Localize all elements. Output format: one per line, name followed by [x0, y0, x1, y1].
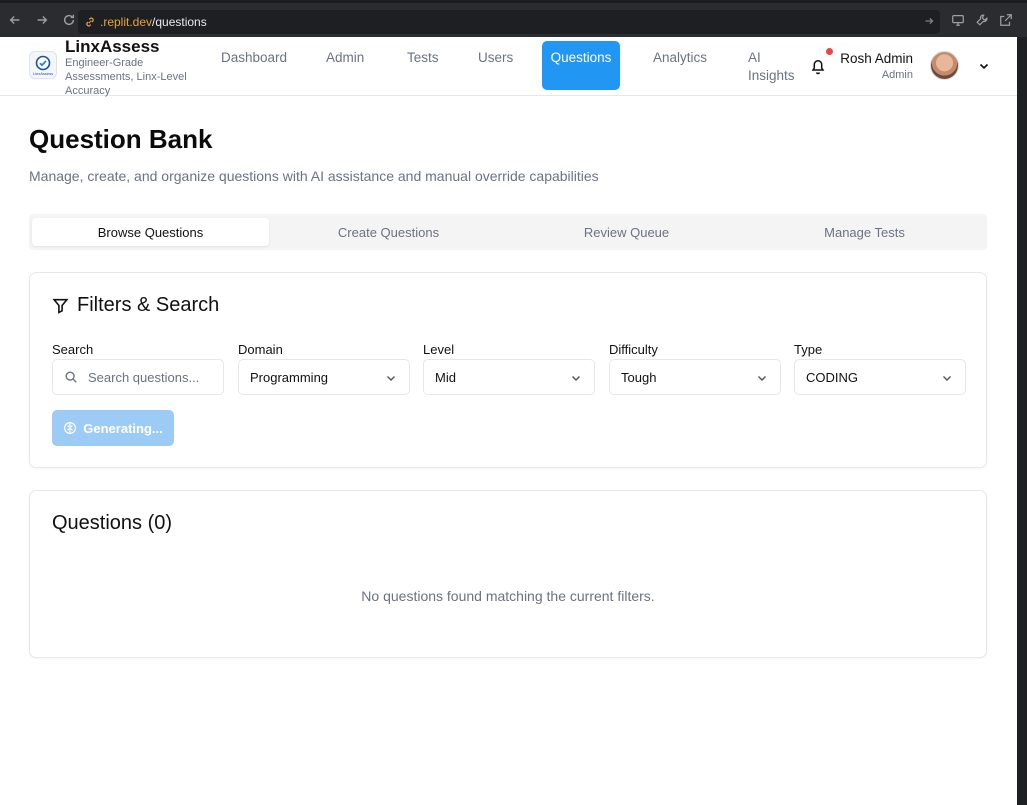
external-link-icon[interactable] [999, 13, 1013, 27]
questions-card: Questions (0) No questions found matchin… [29, 490, 987, 658]
domain-label: Domain [238, 342, 283, 357]
link-icon [86, 17, 94, 27]
wrench-icon[interactable] [975, 13, 989, 27]
search-label: Search [52, 342, 94, 357]
level-select[interactable]: Mid [423, 359, 595, 395]
search-icon [65, 371, 77, 383]
nav-analytics[interactable]: Analytics [653, 41, 707, 90]
check-badge-icon [35, 55, 51, 70]
generate-button[interactable]: Generating... [52, 410, 174, 446]
avatar[interactable] [930, 51, 959, 80]
forward-icon[interactable] [30, 8, 54, 32]
chevron-down-icon [943, 376, 951, 381]
address-bar[interactable]: .replit.dev/questions [78, 10, 940, 34]
chevron-down-icon[interactable] [978, 60, 990, 72]
questions-title: Questions (0) [52, 512, 173, 534]
search-input[interactable] [88, 369, 218, 385]
brand-tagline: Engineer-Grade Assessments, Linx-Level A… [65, 57, 187, 97]
nav-tests[interactable]: Tests [407, 41, 439, 90]
filters-title-text: Filters & Search [77, 294, 220, 316]
page-subtitle: Manage, create, and organize questions w… [29, 168, 599, 184]
nav-users[interactable]: Users [478, 41, 513, 90]
difficulty-label: Difficulty [609, 342, 658, 357]
generate-button-label: Generating... [83, 420, 163, 436]
tab-create-questions[interactable]: Create Questions [270, 218, 507, 246]
filter-icon [52, 298, 69, 314]
tab-browse-questions[interactable]: Browse Questions [32, 218, 269, 246]
level-label: Level [423, 342, 455, 357]
url-host: .replit.dev [100, 15, 153, 29]
chevron-down-icon [758, 376, 766, 381]
tab-list: Browse Questions Create Questions Review… [29, 214, 987, 250]
filters-title: Filters & Search [52, 294, 219, 317]
back-icon[interactable] [3, 8, 27, 32]
tab-manage-tests[interactable]: Manage Tests [746, 218, 983, 246]
user-role: Admin [881, 69, 913, 81]
domain-select[interactable]: Programming [238, 359, 410, 395]
type-value: CODING [806, 369, 858, 385]
monitor-icon[interactable] [951, 13, 965, 27]
page-title: Question Bank [29, 124, 213, 154]
difficulty-select[interactable]: Tough [609, 359, 781, 395]
logo[interactable]: LinxAssess [29, 51, 57, 79]
user-name[interactable]: Rosh Admin [813, 51, 913, 66]
filters-card: Filters & Search Search Domain Programmi… [29, 272, 987, 468]
nav-admin[interactable]: Admin [326, 41, 364, 90]
nav-dashboard[interactable]: Dashboard [221, 41, 287, 90]
tab-review-queue[interactable]: Review Queue [508, 218, 745, 246]
brain-icon [64, 421, 77, 435]
browser-toolbar: .replit.dev/questions [0, 0, 1027, 37]
brand-name[interactable]: LinxAssess [65, 37, 160, 57]
window-edge [1017, 37, 1027, 805]
nav-ai-insights[interactable]: AI Insights [748, 41, 798, 90]
url-path: /questions [152, 15, 207, 29]
type-select[interactable]: CODING [794, 359, 966, 395]
nav-questions[interactable]: Questions [542, 41, 620, 90]
page: LinxAssess LinxAssess Engineer-Grade Ass… [0, 37, 1017, 805]
go-arrow-icon[interactable] [922, 14, 936, 28]
search-box[interactable] [52, 359, 224, 395]
empty-state-message: No questions found matching the current … [361, 588, 655, 604]
top-navigation: LinxAssess LinxAssess Engineer-Grade Ass… [0, 37, 1017, 97]
type-label: Type [794, 342, 823, 357]
chevron-down-icon [387, 376, 395, 381]
chevron-down-icon [572, 376, 580, 381]
logo-text: LinxAssess [32, 70, 54, 76]
level-value: Mid [435, 369, 456, 385]
difficulty-value: Tough [621, 369, 657, 385]
domain-value: Programming [250, 369, 329, 385]
